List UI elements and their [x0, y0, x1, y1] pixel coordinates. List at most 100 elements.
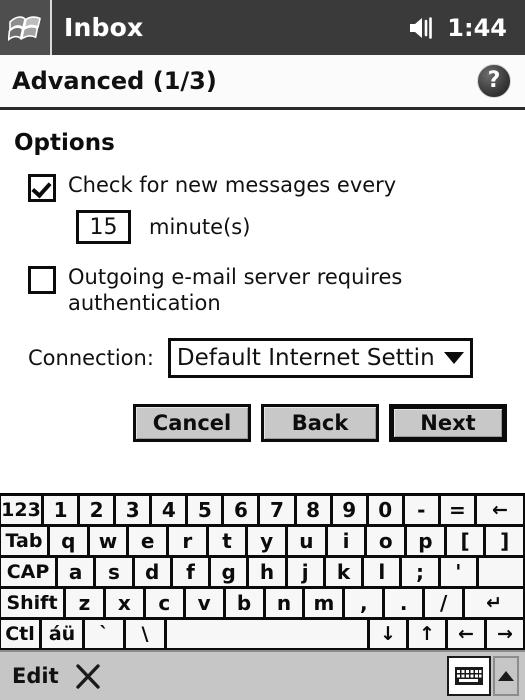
soft-keyboard[interactable]: 123 1 2 3 4 5 6 7 8 9 0 - = ← Tab q w e … — [0, 493, 525, 650]
key-arrow-up-icon[interactable]: ↑ — [407, 618, 447, 650]
outgoing-auth-row[interactable]: Outgoing e-mail server requires authenti… — [14, 264, 511, 316]
key-h[interactable]: h — [247, 556, 287, 588]
connection-selected-value: Default Internet Settin — [176, 345, 435, 371]
key-accent[interactable]: áü — [40, 618, 84, 650]
back-button[interactable]: Back — [261, 404, 379, 442]
chevron-down-icon — [443, 352, 464, 364]
start-menu-button[interactable] — [0, 0, 52, 55]
next-button[interactable]: Next — [389, 404, 507, 442]
key-shift[interactable]: Shift — [0, 587, 65, 619]
interval-unit-label: minute(s) — [149, 215, 251, 239]
key-backspace-icon[interactable]: ← — [474, 494, 525, 526]
key-j[interactable]: j — [285, 556, 325, 588]
key-7[interactable]: 7 — [258, 494, 296, 526]
wizard-button-row: Cancel Back Next — [14, 404, 511, 442]
key-0[interactable]: 0 — [366, 494, 404, 526]
key-minus[interactable]: - — [402, 494, 440, 526]
key-v[interactable]: v — [183, 587, 225, 619]
key-f[interactable]: f — [170, 556, 211, 588]
key-6[interactable]: 6 — [222, 494, 260, 526]
key-2[interactable]: 2 — [78, 494, 116, 526]
check-new-messages-row[interactable]: Check for new messages every — [14, 172, 511, 202]
key-q[interactable]: q — [48, 525, 89, 557]
sip-selector-button[interactable] — [493, 656, 519, 696]
key-9[interactable]: 9 — [330, 494, 368, 526]
key-m[interactable]: m — [303, 587, 345, 619]
key-enter-icon[interactable]: ↵ — [463, 587, 525, 619]
key-arrow-right-icon[interactable]: → — [485, 618, 525, 650]
key-4[interactable]: 4 — [150, 494, 188, 526]
key-backslash[interactable]: \ — [124, 618, 166, 650]
keyboard-row-2: Tab q w e r t y u i o p [ ] — [0, 525, 525, 557]
key-k[interactable]: k — [323, 556, 364, 588]
app-title: Inbox — [64, 13, 144, 42]
options-section-title: Options — [14, 130, 115, 156]
key-x[interactable]: x — [103, 587, 145, 619]
key-semicolon[interactable]: ; — [400, 556, 440, 588]
key-b[interactable]: b — [223, 587, 265, 619]
key-n[interactable]: n — [263, 587, 305, 619]
keyboard-row-3: CAP a s d f g h j k l ; ' — [0, 556, 525, 588]
key-ctrl[interactable]: Ctl — [0, 618, 41, 650]
triangle-up-icon — [498, 671, 514, 681]
key-equals[interactable]: = — [438, 494, 476, 526]
page-header: Advanced (1/3) ? — [0, 55, 525, 110]
key-i[interactable]: i — [325, 525, 367, 557]
pen-cross-icon[interactable] — [73, 661, 103, 691]
connection-dropdown[interactable]: Default Internet Settin — [167, 338, 473, 378]
connection-label: Connection: — [28, 346, 154, 370]
keyboard-row-5: Ctl áü ` \ ↓ ↑ ← → — [0, 618, 525, 650]
page-title: Advanced (1/3) — [12, 67, 217, 95]
key-r[interactable]: r — [167, 525, 208, 557]
key-1[interactable]: 1 — [42, 494, 80, 526]
key-tab[interactable]: Tab — [0, 525, 49, 557]
key-p[interactable]: p — [405, 525, 446, 557]
key-bracket-left[interactable]: [ — [444, 525, 486, 557]
windows-flag-icon — [8, 15, 41, 41]
sip-controls — [447, 656, 519, 696]
key-backtick[interactable]: ` — [83, 618, 125, 650]
key-a[interactable]: a — [56, 556, 96, 588]
key-3[interactable]: 3 — [114, 494, 152, 526]
key-d[interactable]: d — [132, 556, 172, 588]
key-e[interactable]: e — [127, 525, 169, 557]
check-new-messages-checkbox[interactable] — [28, 174, 56, 202]
key-slash[interactable]: / — [423, 587, 465, 619]
key-s[interactable]: s — [94, 556, 134, 588]
key-o[interactable]: o — [365, 525, 407, 557]
speaker-icon[interactable] — [408, 15, 438, 41]
title-bar-right: 1:44 — [408, 0, 507, 55]
keyboard-row-4: Shift z x c v b n m , . / ↵ — [0, 587, 525, 619]
help-question-icon[interactable]: ? — [477, 64, 511, 98]
key-8[interactable]: 8 — [294, 494, 332, 526]
pocket-pc-screen: Inbox 1:44 Advanced (1/3) ? Options Chec… — [0, 0, 525, 700]
edit-menu-button[interactable]: Edit — [12, 664, 59, 688]
key-l[interactable]: l — [362, 556, 402, 588]
key-y[interactable]: y — [246, 525, 288, 557]
key-c[interactable]: c — [143, 587, 185, 619]
key-123[interactable]: 123 — [0, 494, 43, 526]
key-arrow-down-icon[interactable]: ↓ — [368, 618, 408, 650]
key-5[interactable]: 5 — [186, 494, 224, 526]
cancel-button[interactable]: Cancel — [133, 404, 251, 442]
interval-input[interactable]: 15 — [76, 210, 131, 244]
keyboard-glyph — [455, 667, 483, 685]
key-period[interactable]: . — [383, 587, 425, 619]
key-blank[interactable] — [476, 556, 525, 588]
key-u[interactable]: u — [286, 525, 327, 557]
connection-row: Connection: Default Internet Settin — [14, 338, 511, 378]
key-z[interactable]: z — [64, 587, 105, 619]
key-g[interactable]: g — [209, 556, 249, 588]
outgoing-auth-checkbox[interactable] — [28, 266, 56, 294]
key-bracket-right[interactable]: ] — [484, 525, 525, 557]
settings-form: Options Check for new messages every 15 … — [0, 110, 525, 493]
key-t[interactable]: t — [206, 525, 248, 557]
key-w[interactable]: w — [87, 525, 129, 557]
key-arrow-left-icon[interactable]: ← — [446, 618, 486, 650]
key-apostrophe[interactable]: ' — [438, 556, 478, 588]
key-caps[interactable]: CAP — [0, 556, 57, 588]
key-comma[interactable]: , — [343, 587, 385, 619]
keyboard-icon[interactable] — [447, 656, 491, 696]
key-space[interactable] — [165, 618, 369, 650]
clock[interactable]: 1:44 — [447, 14, 507, 42]
